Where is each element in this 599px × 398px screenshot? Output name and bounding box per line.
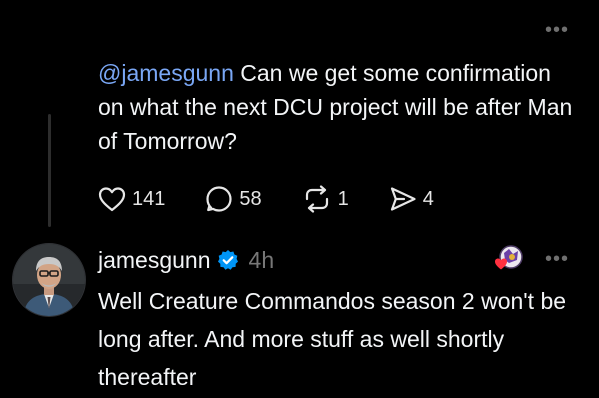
profile-photo: [13, 244, 85, 316]
like-button[interactable]: 141: [98, 186, 165, 212]
heart-icon: [98, 187, 126, 212]
reply-count: 58: [239, 187, 262, 210]
repost-count: 1: [337, 187, 349, 210]
parent-post-text: @jamesgunn Can we get some confirmation …: [98, 56, 578, 158]
verified-badge-icon: [217, 250, 238, 270]
thread-line: [48, 114, 51, 227]
like-count: 141: [132, 187, 166, 210]
share-count: 4: [422, 187, 434, 210]
more-icon: •••: [544, 248, 569, 270]
repost-button[interactable]: 1: [302, 185, 349, 213]
liker-avatar-icon: [495, 245, 523, 270]
send-icon: [390, 187, 416, 211]
parent-post-actions: 141 58 1 4: [98, 182, 474, 216]
comment-icon: [206, 186, 232, 212]
redacted-area: [0, 0, 92, 44]
repost-icon: [305, 185, 328, 213]
more-icon: •••: [544, 19, 569, 41]
redacted-username-area: [92, 15, 360, 44]
reply-header: jamesgunn 4h: [98, 245, 274, 275]
mention-link[interactable]: @jamesgunn: [98, 60, 234, 86]
reply-more-button[interactable]: •••: [540, 249, 574, 269]
reply-button[interactable]: 58: [205, 185, 262, 213]
timestamp: 4h: [248, 246, 275, 273]
liked-by-author-indicator: [494, 244, 524, 274]
avatar[interactable]: [13, 244, 85, 316]
reply-text: Well Creature Commandos season 2 won't b…: [98, 288, 567, 390]
share-button[interactable]: 4: [389, 185, 434, 213]
username-link[interactable]: jamesgunn: [98, 247, 211, 274]
parent-post-more-button[interactable]: •••: [540, 20, 574, 40]
